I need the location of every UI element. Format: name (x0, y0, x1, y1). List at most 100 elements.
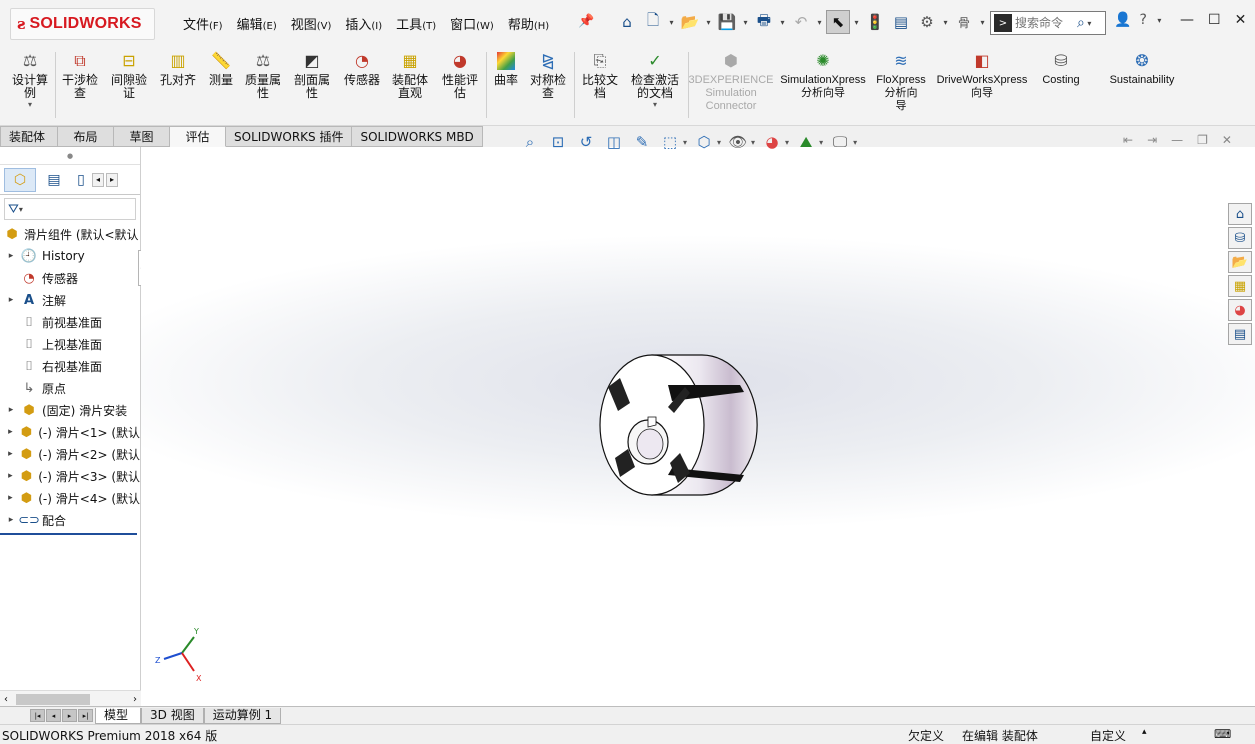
save-dropdown-icon[interactable]: ▾ (741, 18, 750, 27)
display-style-icon[interactable]: ⬡ (693, 131, 715, 153)
notifications-icon[interactable]: ⌨ (1214, 727, 1231, 741)
tab-evaluate[interactable]: 评估 (170, 126, 226, 147)
view-orientation-dropdown-icon[interactable]: ▾ (683, 138, 687, 147)
tree-item-mates[interactable]: ▸ ⊂⊃ 配合 (0, 509, 140, 531)
solidworks-logo[interactable]: ƨ SOLIDWORKS (10, 8, 155, 40)
tab-assembly[interactable]: 装配体 (0, 126, 58, 147)
new-icon[interactable]: 🗋 (641, 10, 665, 34)
edit-appearance-icon[interactable]: ◕ (761, 131, 783, 153)
tree-item-fixed-component[interactable]: ▸ ⬢ (固定) 滑片安装 (0, 399, 140, 421)
next-tab-icon[interactable]: ▸ (62, 709, 77, 722)
tab-solidworks-mbd[interactable]: SOLIDWORKS MBD (352, 126, 483, 147)
tree-root[interactable]: ⬢ 滑片组件 (默认<默认 (0, 223, 140, 245)
user-icon[interactable]: 👤 (1114, 12, 1131, 28)
menu-tools[interactable]: 工具(T) (389, 14, 443, 33)
search-commands[interactable]: > ⌕ ▾ (990, 11, 1106, 35)
menu-help[interactable]: 帮助(H) (501, 14, 556, 33)
clearance-verification-button[interactable]: ⊟ 间隙验证 (107, 50, 151, 100)
tree-item-annotations[interactable]: ▸ A 注解 (0, 289, 140, 311)
rollback-bar[interactable] (0, 533, 137, 535)
last-tab-icon[interactable]: ▸| (78, 709, 93, 722)
hide-show-items-icon[interactable]: 👁 (727, 131, 749, 153)
tree-item-slider-1[interactable]: ▸ ⬢ (-) 滑片<1> (默认 (0, 421, 140, 443)
apply-scene-icon[interactable]: ⛰ (795, 131, 817, 153)
search-dropdown-icon[interactable]: ▾ (1085, 19, 1094, 28)
zoom-to-area-icon[interactable]: ⊡ (547, 131, 569, 153)
options-dropdown-icon[interactable]: ▾ (941, 18, 950, 27)
view-settings-dropdown-icon[interactable]: ▾ (853, 138, 857, 147)
scroll-left-icon[interactable]: ‹ (4, 694, 8, 705)
menu-insert[interactable]: 插入(I) (338, 14, 389, 33)
interference-check-button[interactable]: ⧉ 干涉检查 (58, 50, 102, 100)
tab-sketch[interactable]: 草图 (114, 126, 170, 147)
hide-show-dropdown-icon[interactable]: ▾ (751, 138, 755, 147)
save-icon[interactable]: 💾 (715, 10, 739, 34)
costing-button[interactable]: ⛁ Costing (1038, 50, 1084, 87)
tree-item-origin[interactable]: ↳ 原点 (0, 377, 140, 399)
welcome-dropdown-icon[interactable]: ▾ (978, 18, 987, 27)
expand-arrow-icon[interactable]: ▸ (6, 295, 16, 305)
tree-item-right-plane[interactable]: ⌷ 右视基准面 (0, 355, 140, 377)
check-active-document-button[interactable]: ✓ 检查激活 的文档 ▾ (626, 50, 684, 109)
configuration-manager-tab-icon[interactable]: ▯ (72, 168, 90, 192)
expand-arrow-icon[interactable]: ▸ (6, 405, 16, 415)
solidworks-resources-icon[interactable]: ⌂ (1228, 203, 1252, 225)
tab-model[interactable]: 模型 (95, 707, 141, 724)
help-dropdown-icon[interactable]: ▾ (1155, 16, 1164, 25)
compare-documents-button[interactable]: ⎘ 比较文档 (578, 50, 622, 100)
previous-view-icon[interactable]: ↺ (575, 131, 597, 153)
prev-tab-icon[interactable]: ◂ (46, 709, 61, 722)
expand-arrow-icon[interactable]: ▸ (6, 251, 16, 261)
design-library-icon[interactable]: ⛁ (1228, 227, 1252, 249)
expand-arrow-icon[interactable]: ▸ (6, 471, 15, 481)
print-icon[interactable]: 🖶 (752, 10, 776, 34)
feature-manager-tab-icon[interactable]: ⬡ (4, 167, 36, 192)
filter-dropdown-icon[interactable]: ▾ (19, 205, 23, 214)
custom-properties-icon[interactable]: ▤ (1228, 323, 1252, 345)
tree-item-sensors[interactable]: ◔ 传感器 (0, 267, 140, 289)
tree-item-front-plane[interactable]: ⌷ 前视基准面 (0, 311, 140, 333)
dynamic-annotation-view-icon[interactable]: ✎ (631, 131, 653, 153)
menu-window[interactable]: 窗口(W) (443, 14, 501, 33)
section-properties-button[interactable]: ◩ 剖面属性 (290, 50, 334, 100)
rotor-assembly-model[interactable] (590, 345, 765, 510)
expand-arrow-icon[interactable]: ▸ (6, 427, 15, 437)
menu-view[interactable]: 视图(V) (284, 14, 339, 33)
tree-item-top-plane[interactable]: ⌷ 上视基准面 (0, 333, 140, 355)
undo-dropdown-icon[interactable]: ▾ (815, 18, 824, 27)
driveworksxpress-button[interactable]: ◧ DriveWorksXpress 向导 (934, 50, 1030, 100)
unit-system[interactable]: 自定义 (1090, 727, 1126, 744)
design-study-button[interactable]: ⚖ 设计算例 ▾ (8, 50, 52, 109)
menu-file[interactable]: 文件(F) (176, 14, 230, 33)
doc-minimize-icon[interactable]: — (1171, 133, 1183, 147)
pin-menu-icon[interactable]: 📌 (578, 14, 594, 29)
assembly-visualization-button[interactable]: ▦ 装配体 直观 (388, 50, 432, 100)
expand-panel-icon[interactable]: ⇥ (1147, 133, 1157, 147)
file-properties-icon[interactable]: ▤ (889, 10, 913, 34)
hole-alignment-button[interactable]: ▥ 孔对齐 (157, 50, 199, 87)
options-icon[interactable]: ⚙ (915, 10, 939, 34)
floxpress-button[interactable]: ≋ FloXpress 分析向导 (874, 50, 928, 113)
panel-grip[interactable]: ● (0, 147, 140, 165)
scroll-thumb[interactable] (16, 693, 90, 705)
expand-arrow-icon[interactable]: ▸ (6, 449, 15, 459)
property-manager-tab-icon[interactable]: ▤ (38, 168, 70, 192)
scroll-right-icon[interactable]: › (133, 694, 137, 705)
view-settings-icon[interactable]: 🖵 (829, 131, 851, 153)
rebuild-icon[interactable]: 🚦 (863, 10, 887, 34)
tab-solidworks-addins[interactable]: SOLIDWORKS 插件 (226, 126, 353, 147)
simulationxpress-button[interactable]: ✺ SimulationXpress 分析向导 (777, 50, 869, 100)
tab-3d-views[interactable]: 3D 视图 (141, 707, 204, 724)
search-input[interactable] (1015, 16, 1077, 30)
maximize-icon[interactable]: ☐ (1208, 12, 1221, 28)
filter-box[interactable]: ⛛ ▾ (4, 198, 136, 220)
help-icon[interactable]: ? (1139, 12, 1146, 28)
performance-evaluation-button[interactable]: ◕ 性能评估 (438, 50, 482, 100)
sustainability-button[interactable]: ❂ Sustainability (1104, 50, 1180, 87)
expand-arrow-icon[interactable]: ▸ (6, 493, 15, 503)
appearances-scenes-icon[interactable]: ◕ (1228, 299, 1252, 321)
tree-item-slider-4[interactable]: ▸ ⬢ (-) 滑片<4> (默认 (0, 487, 140, 509)
measure-button[interactable]: 📏 测量 (204, 50, 238, 87)
tree-item-history[interactable]: ▸ 🕘 History (0, 245, 140, 267)
tree-item-slider-2[interactable]: ▸ ⬢ (-) 滑片<2> (默认 (0, 443, 140, 465)
